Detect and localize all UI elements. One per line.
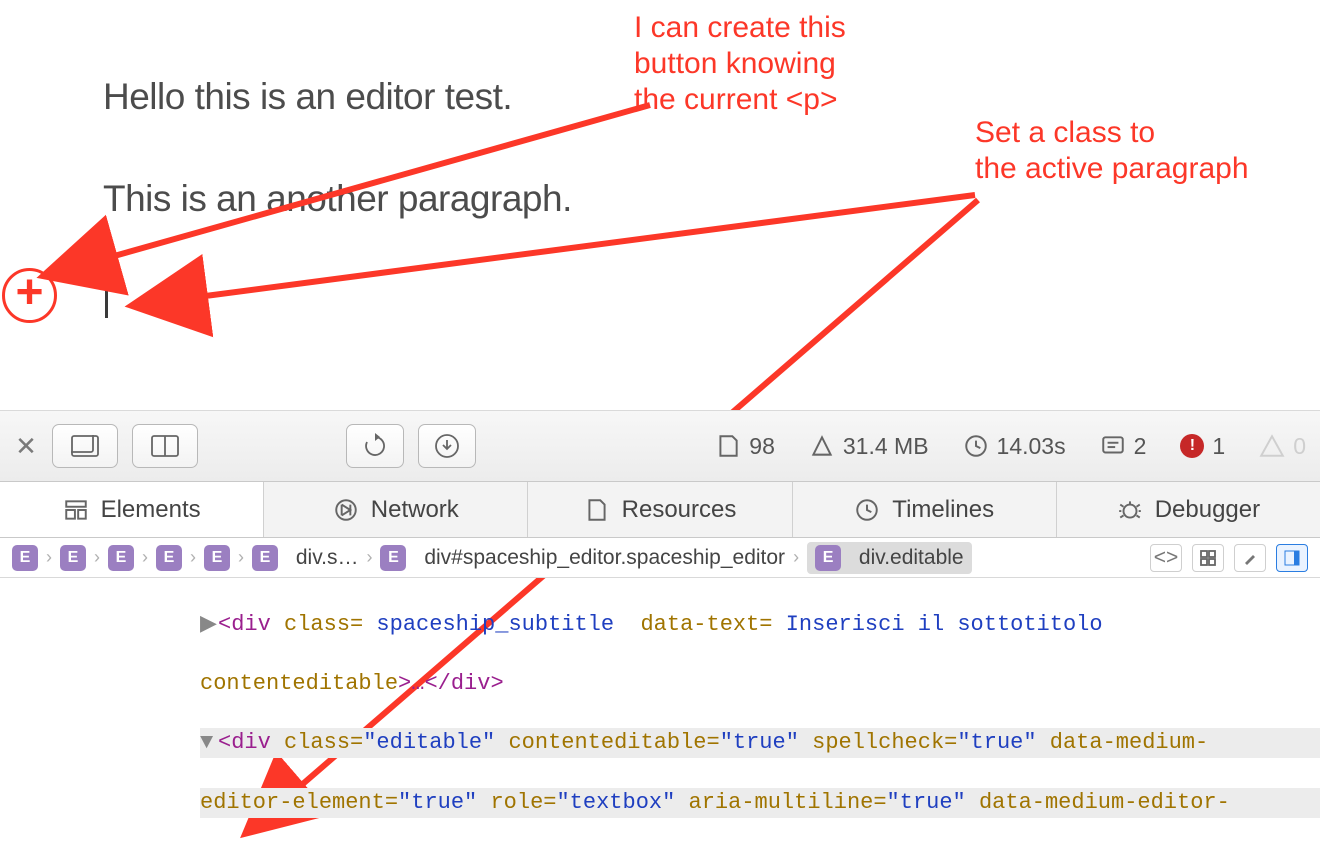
error-icon: ! [1180,434,1204,458]
devtools-tabs: Elements Network Resources Timelines Deb… [0,482,1320,538]
memory-usage[interactable]: 31.4 MB [809,433,929,460]
editor-paragraph-2[interactable]: This is an another paragraph. [103,178,572,220]
annotation-create-button: I can create this button knowing the cur… [634,10,846,118]
crumb-5[interactable]: E div.s… [252,545,358,571]
reload-button[interactable] [346,424,404,468]
dom-breadcrumb: E› E› E› E› E› E div.s…› E div#spaceship… [0,538,1320,578]
load-time[interactable]: 14.03s [963,433,1066,460]
add-block-button[interactable]: + [2,268,57,323]
crumb-0[interactable]: E [12,545,38,571]
crumb-1[interactable]: E [60,545,86,571]
annotation-set-class: Set a class to the active paragraph [975,115,1249,187]
paint-brush-button[interactable] [1234,544,1266,572]
crumb-selected[interactable]: E div.editable [807,542,972,574]
requests-count[interactable]: 98 [715,433,775,460]
crumb-4[interactable]: E [204,545,230,571]
download-button[interactable] [418,424,476,468]
text-caret [105,274,108,318]
dock-side-button[interactable] [52,424,118,468]
dom-tree[interactable]: ▶<div class= spaceship_subtitle data-tex… [0,578,1320,844]
console-logs[interactable]: 2 [1100,433,1147,460]
tab-elements[interactable]: Elements [0,482,264,537]
crumb-3[interactable]: E [156,545,182,571]
devtools-panel: ✕ 98 31.4 MB [0,410,1320,844]
details-sidebar-button[interactable] [1276,544,1308,572]
styles-toggle-button[interactable]: <> [1150,544,1182,572]
tab-debugger[interactable]: Debugger [1057,482,1320,537]
tab-network[interactable]: Network [264,482,528,537]
devtools-toolbar: ✕ 98 31.4 MB [0,410,1320,482]
crumb-2[interactable]: E [108,545,134,571]
close-devtools-button[interactable]: ✕ [14,431,38,462]
warning-count[interactable]: 0 [1259,433,1306,460]
split-console-button[interactable] [132,424,198,468]
tab-timelines[interactable]: Timelines [793,482,1057,537]
layout-grid-button[interactable] [1192,544,1224,572]
editor-paragraph-1[interactable]: Hello this is an editor test. [103,76,512,118]
tab-resources[interactable]: Resources [528,482,792,537]
crumb-6[interactable]: E div#spaceship_editor.spaceship_editor [380,545,785,571]
error-count[interactable]: ! 1 [1180,433,1225,460]
